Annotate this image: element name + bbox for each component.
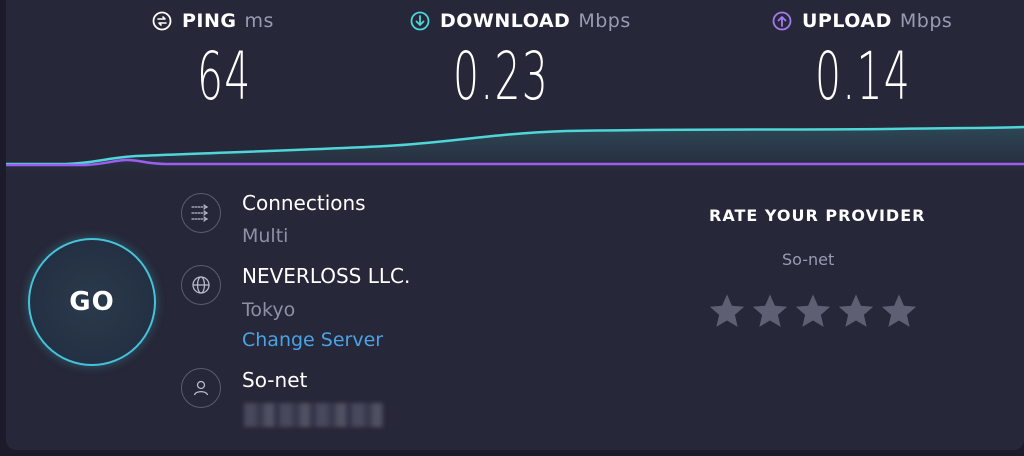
star-5-icon[interactable]: [878, 290, 920, 332]
rate-provider-title: RATE YOUR PROVIDER: [709, 206, 926, 225]
globe-icon: [181, 265, 221, 305]
ping-label: PING: [182, 10, 237, 32]
download-arrow-icon: [410, 11, 430, 31]
ping-unit: ms: [244, 10, 274, 32]
star-3-icon[interactable]: [792, 290, 834, 332]
server-name: NEVERLOSS LLC.: [242, 264, 411, 288]
download-header: DOWNLOAD Mbps: [410, 10, 631, 32]
ping-icon: [152, 11, 172, 31]
change-server-link[interactable]: Change Server: [242, 329, 383, 351]
connections-value: Multi: [242, 225, 289, 247]
connections-title: Connections: [242, 191, 366, 215]
rating-stars: [706, 290, 921, 332]
speedtest-panel: PING ms 64 DOWNLOAD Mbps 0.23 UPLOAD Mbp…: [6, 0, 1024, 450]
upload-header: UPLOAD Mbps: [772, 10, 952, 32]
upload-unit: Mbps: [899, 10, 953, 32]
user-icon: [181, 368, 221, 408]
ping-value: 64: [197, 38, 252, 115]
connections-icon: [181, 193, 221, 233]
redacted-ip-address: [244, 403, 384, 427]
upload-value: 0.14: [815, 38, 912, 115]
speed-graph: [6, 125, 1024, 175]
download-unit: Mbps: [578, 10, 631, 32]
download-value: 0.23: [453, 38, 550, 115]
download-label: DOWNLOAD: [440, 10, 571, 32]
upload-label: UPLOAD: [802, 10, 892, 32]
star-2-icon[interactable]: [749, 290, 791, 332]
ping-header: PING ms: [152, 10, 274, 32]
star-4-icon[interactable]: [835, 290, 877, 332]
provider-name: So-net: [242, 368, 308, 392]
upload-arrow-icon: [772, 11, 792, 31]
star-1-icon[interactable]: [706, 290, 748, 332]
go-button[interactable]: GO: [28, 238, 156, 366]
server-location: Tokyo: [242, 299, 296, 321]
rate-provider-name: So-net: [782, 250, 835, 269]
